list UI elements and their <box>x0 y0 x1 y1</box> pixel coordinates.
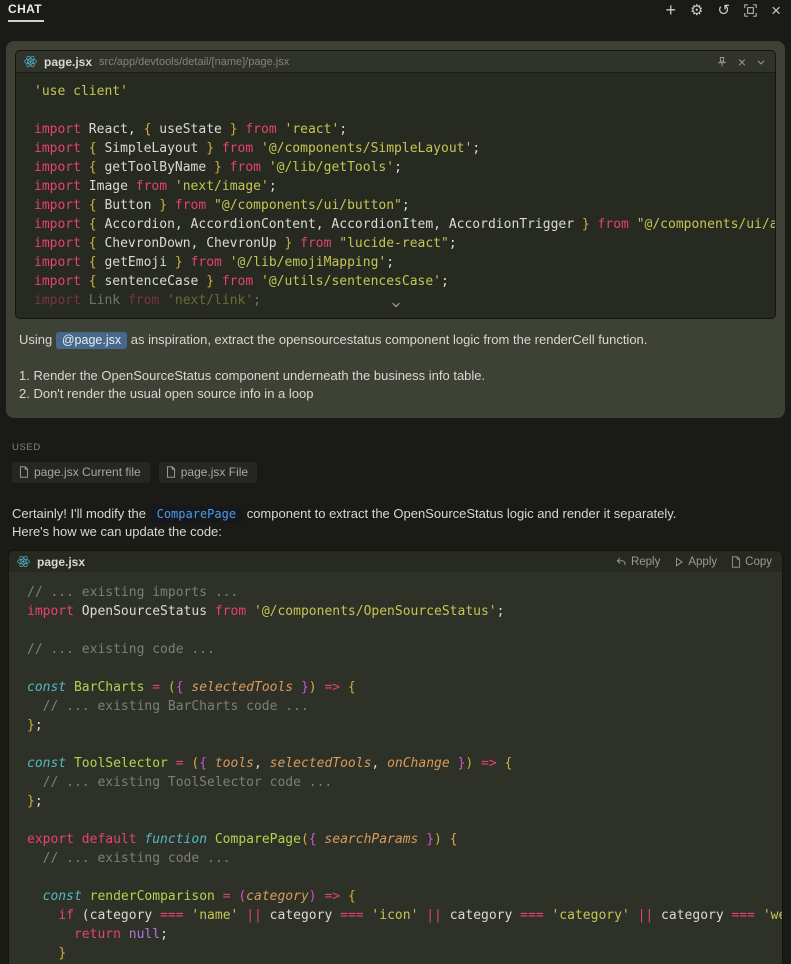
assistant-message-text: Certainly! I'll modify the ComparePage c… <box>12 505 779 541</box>
inline-code-ref[interactable]: ComparePage <box>150 506 243 523</box>
answer-filename: page.jsx <box>37 555 85 569</box>
reply-icon <box>616 556 627 567</box>
used-section: USED page.jsx Current file page.jsx File <box>12 442 779 483</box>
pin-icon[interactable] <box>716 56 728 68</box>
chat-topbar: CHAT + ⚙ ↺ × <box>0 0 791 24</box>
play-icon <box>674 557 684 567</box>
react-logo-icon <box>24 55 37 68</box>
history-icon[interactable]: ↺ <box>717 3 730 18</box>
collapse-chevron-icon[interactable] <box>756 57 766 67</box>
user-text-suffix: as inspiration, extract the opensourcest… <box>127 332 647 347</box>
attached-file-card[interactable]: page.jsx src/app/devtools/detail/[name]/… <box>15 50 776 319</box>
attached-filename: page.jsx <box>44 55 92 69</box>
user-message-text: Using @page.jsx as inspiration, extract … <box>15 319 776 405</box>
topbar-actions: + ⚙ ↺ × <box>666 2 781 18</box>
file-icon <box>19 466 29 478</box>
used-chip-current-file[interactable]: page.jsx Current file <box>12 462 150 483</box>
attached-file-code: 'use client'import React, { useState } f… <box>16 73 775 318</box>
file-mention-chip[interactable]: @page.jsx <box>56 332 127 349</box>
tab-chat[interactable]: CHAT <box>8 2 44 22</box>
copy-button[interactable]: Copy <box>731 556 772 568</box>
remove-file-icon[interactable]: × <box>738 56 746 68</box>
user-list-item-2: 2. Don't render the usual open source in… <box>19 385 772 403</box>
file-icon <box>166 466 176 478</box>
attached-file-header[interactable]: page.jsx src/app/devtools/detail/[name]/… <box>16 51 775 73</box>
answer-code-header: page.jsx Reply Apply <box>9 551 782 572</box>
used-chip-file[interactable]: page.jsx File <box>159 462 257 483</box>
assistant-text-suffix: component to extract the OpenSourceStatu… <box>243 506 676 521</box>
reply-button[interactable]: Reply <box>616 556 660 568</box>
answer-code-card: page.jsx Reply Apply <box>8 550 783 964</box>
react-logo-icon <box>17 555 30 568</box>
answer-code[interactable]: // ... existing imports ...import OpenSo… <box>9 572 782 964</box>
apply-button[interactable]: Apply <box>674 556 717 568</box>
new-chat-icon[interactable]: + <box>666 4 677 17</box>
user-message-panel: page.jsx src/app/devtools/detail/[name]/… <box>6 41 785 418</box>
assistant-text-prefix: Certainly! I'll modify the <box>12 506 150 521</box>
settings-gear-icon[interactable]: ⚙ <box>690 3 703 18</box>
user-list-item-1: 1. Render the OpenSourceStatus component… <box>19 367 772 385</box>
restore-window-icon[interactable] <box>744 4 757 17</box>
close-icon[interactable]: × <box>771 4 781 17</box>
copy-icon <box>731 556 741 568</box>
assistant-text-line2: Here's how we can update the code: <box>12 523 779 541</box>
expand-code-icon[interactable] <box>390 297 401 315</box>
used-label: USED <box>12 442 779 453</box>
attached-filepath: src/app/devtools/detail/[name]/page.jsx <box>99 56 709 68</box>
chat-tab-label: CHAT <box>8 2 42 16</box>
user-text-prefix: Using <box>19 332 56 347</box>
